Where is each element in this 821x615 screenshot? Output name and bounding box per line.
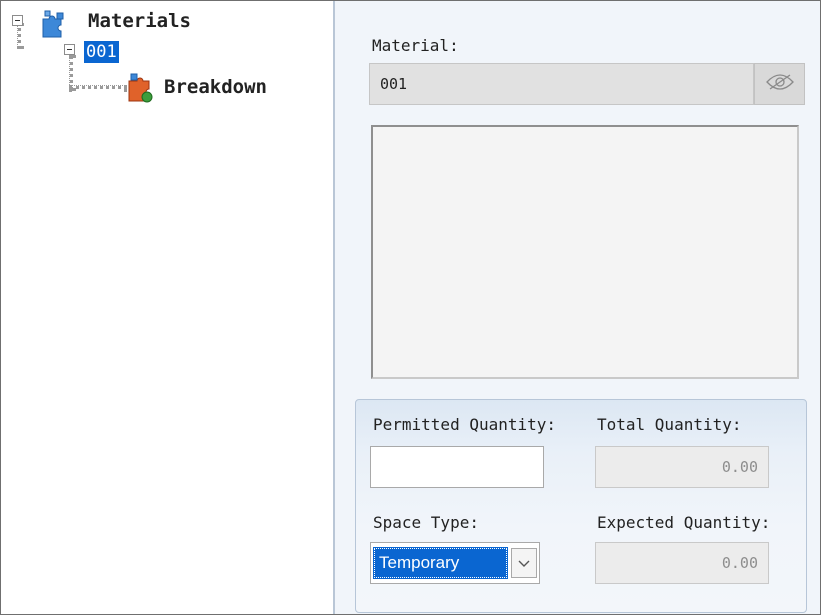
tree-line [17,23,21,49]
space-type-dropdown-button[interactable] [511,548,537,578]
collapse-001-button[interactable] [64,44,75,55]
view-material-button[interactable] [754,63,805,105]
description-memo[interactable] [371,125,799,379]
tree-node-001[interactable]: 001 [84,41,119,63]
window-frame: Materials 001 Breakdown Material: 001 Pe… [0,0,821,615]
permitted-quantity-label: Permitted Quantity: [373,415,557,434]
tree-node-materials[interactable]: Materials [88,10,191,32]
total-quantity-value: 0.00 [721,458,758,476]
puzzle-icon [37,9,71,43]
space-type-select[interactable]: Temporary [370,542,540,584]
material-value: 001 [380,75,408,93]
materials-tree: Materials 001 Breakdown [1,1,334,614]
tree-line [69,85,127,89]
material-field[interactable]: 001 [369,63,754,105]
details-panel: Material: 001 Permitted Quantity: Total … [335,1,820,614]
tree-node-breakdown[interactable]: Breakdown [164,76,267,98]
expected-quantity-label: Expected Quantity: [597,513,771,532]
expected-quantity-field[interactable]: 0.00 [595,542,769,584]
eye-icon [765,73,795,95]
permitted-quantity-input[interactable] [370,446,544,488]
breakdown-icon [125,73,159,109]
space-type-label: Space Type: [373,513,479,532]
space-type-value: Temporary [373,547,508,579]
total-quantity-field[interactable]: 0.00 [595,446,769,488]
collapse-materials-button[interactable] [12,15,23,26]
chevron-down-icon [518,554,530,572]
expected-quantity-value: 0.00 [721,554,758,572]
quantity-group: Permitted Quantity: Total Quantity: 0.00… [355,399,807,613]
total-quantity-label: Total Quantity: [597,415,742,434]
material-label: Material: [372,36,459,55]
